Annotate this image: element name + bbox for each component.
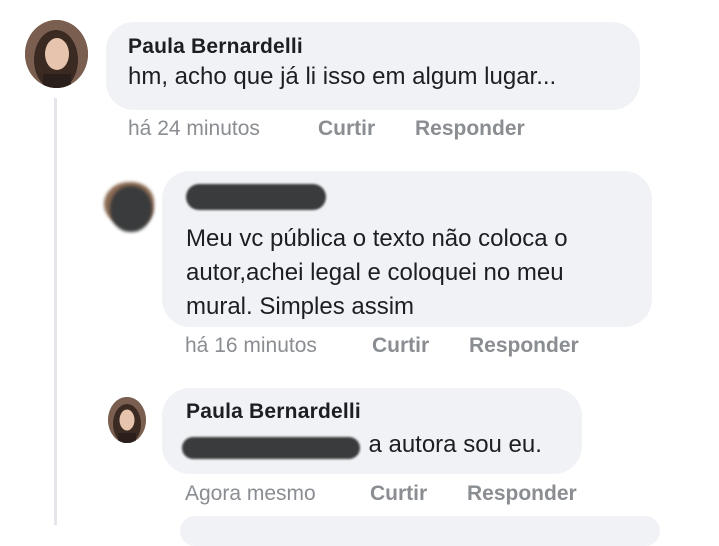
profile-photo-icon (25, 20, 88, 88)
comment-bubble: Meu vc pública o texto não coloca o auto… (162, 171, 652, 327)
redacted-avatar-overlay (110, 186, 152, 232)
avatar[interactable] (25, 20, 88, 88)
reply-button[interactable]: Responder (469, 334, 579, 358)
comment-timestamp[interactable]: há 16 minutos (185, 334, 372, 358)
comment-bubble: Paula Bernardelli hm, acho que já li iss… (106, 22, 640, 110)
comment-text: a autora sou eu. (368, 431, 542, 458)
comment-actions: há 24 minutos Curtir Responder (128, 117, 525, 141)
like-button[interactable]: Curtir (372, 334, 469, 358)
thread-connector-line (54, 98, 57, 525)
comment-text: hm, acho que já li isso em algum lugar..… (128, 63, 557, 90)
avatar[interactable] (108, 397, 146, 443)
next-comment-bubble-edge (180, 516, 660, 546)
comment-text-line: Meu vc pública o texto não coloca o (186, 225, 568, 252)
like-button[interactable]: Curtir (318, 117, 415, 141)
comment-timestamp[interactable]: Agora mesmo (185, 482, 370, 506)
comment-bubble: Paula Bernardelli a autora sou eu. (162, 388, 582, 474)
redacted-author-name (186, 184, 652, 212)
reply-button[interactable]: Responder (415, 117, 525, 141)
mention-redaction (182, 436, 360, 459)
comment-text-line: autor,achei legal e coloquei no meu (186, 259, 564, 286)
reply-button[interactable]: Responder (467, 482, 577, 506)
like-button[interactable]: Curtir (370, 482, 467, 506)
profile-photo-icon (108, 397, 146, 443)
comment-actions: há 16 minutos Curtir Responder (185, 334, 579, 358)
author-redaction (186, 184, 326, 210)
comment-timestamp[interactable]: há 24 minutos (128, 117, 318, 141)
comment-author[interactable]: Paula Bernardelli (186, 400, 582, 424)
comment-text-row: a autora sou eu. (182, 428, 582, 462)
comment-author[interactable]: Paula Bernardelli (128, 35, 640, 59)
comment-actions: Agora mesmo Curtir Responder (185, 482, 577, 506)
comment-text-line: mural. Simples assim (186, 293, 415, 320)
